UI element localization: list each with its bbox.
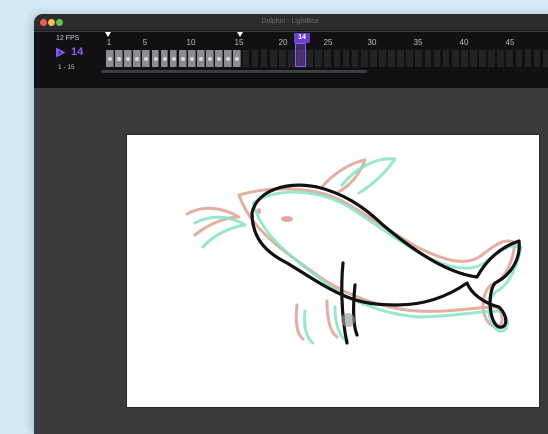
title-bar: Dolphin - LightBox: [34, 14, 548, 31]
frame-cell[interactable]: [333, 50, 342, 67]
frame-cell[interactable]: [524, 50, 533, 67]
frame-cell[interactable]: [224, 50, 233, 67]
frame-cell[interactable]: [324, 50, 333, 67]
frame-cell[interactable]: [533, 50, 542, 67]
frame-cell[interactable]: [515, 50, 524, 67]
frame-cell[interactable]: [206, 50, 214, 67]
face-marks: [257, 208, 293, 222]
window-title: Dolphin - LightBox: [261, 18, 319, 25]
frame-cell[interactable]: [442, 50, 451, 67]
frame-cell[interactable]: [133, 50, 142, 67]
timeline-scrollbar[interactable]: [101, 70, 367, 73]
frame-range-label: 1 - 15: [58, 64, 75, 71]
frame-cell[interactable]: [260, 50, 269, 67]
frame-cell[interactable]: [187, 50, 196, 67]
drawing-canvas[interactable]: [126, 134, 540, 408]
range-end-marker[interactable]: [237, 32, 243, 37]
frame-cell[interactable]: [351, 50, 360, 67]
frame-cell[interactable]: [169, 50, 178, 67]
frame-track[interactable]: 14: [106, 33, 548, 67]
frame-cell[interactable]: [178, 50, 187, 67]
frame-cell[interactable]: [124, 50, 132, 67]
frame-cell[interactable]: [151, 50, 160, 67]
frame-cell[interactable]: [242, 50, 251, 67]
ruler-tick: 30: [367, 38, 377, 47]
ruler-tick: 25: [323, 38, 333, 47]
frame-cell[interactable]: [251, 50, 260, 67]
frame-cell[interactable]: [360, 50, 369, 67]
frame-cell[interactable]: [424, 50, 433, 67]
ruler-tick: 1: [106, 38, 112, 47]
frame-cell[interactable]: [460, 50, 469, 67]
frame-cell[interactable]: [397, 50, 405, 67]
frame-cell[interactable]: [506, 50, 515, 67]
ruler-tick: 40: [459, 38, 469, 47]
current-frame-strokes: [250, 183, 521, 345]
frame-cell[interactable]: [470, 50, 478, 67]
frame-cell[interactable]: [388, 50, 396, 67]
frame-cell[interactable]: [379, 50, 387, 67]
frame-cell[interactable]: [115, 50, 123, 67]
canvas-area: [34, 88, 548, 434]
frame-cell[interactable]: [197, 50, 205, 67]
timeline-ruler[interactable]: 1 5 10 15 20 25 30 35 40 45: [105, 32, 548, 49]
fps-label[interactable]: 12 FPS: [56, 35, 79, 42]
timeline-panel: 12 FPS 14 1 - 15 1 5 10 15 20 25 30 35 4…: [34, 32, 548, 88]
playhead[interactable]: [295, 43, 306, 67]
frame-cell[interactable]: [315, 50, 324, 67]
ruler-tick: 15: [234, 38, 244, 47]
onion-skin-next: [193, 157, 523, 345]
frame-cell[interactable]: [369, 50, 378, 67]
frame-cell[interactable]: [488, 50, 496, 67]
ruler-tick: 45: [505, 38, 515, 47]
ruler-tick: 20: [278, 38, 288, 47]
playhead-badge[interactable]: 14: [294, 33, 310, 43]
frame-cell[interactable]: [269, 50, 278, 67]
play-icon[interactable]: [55, 47, 66, 58]
frame-cell[interactable]: [142, 50, 151, 67]
ruler-tick: 35: [413, 38, 423, 47]
frame-cell[interactable]: [306, 50, 314, 67]
frame-cell[interactable]: [415, 50, 424, 67]
dolphin-drawing: [185, 157, 523, 345]
ruler-tick: 5: [142, 38, 148, 47]
frame-cell[interactable]: [406, 50, 415, 67]
app-window: Dolphin - LightBox 12 FPS 14 1 - 15 1 5 …: [34, 14, 548, 434]
frame-cell[interactable]: [497, 50, 506, 67]
brush-cursor: [341, 313, 355, 327]
range-start-marker[interactable]: [105, 32, 111, 37]
frame-cell[interactable]: [542, 50, 548, 67]
frame-cell[interactable]: [215, 50, 223, 67]
frame-cell[interactable]: [451, 50, 460, 67]
frame-cell[interactable]: [106, 50, 114, 67]
frame-cell[interactable]: [233, 50, 242, 67]
ruler-tick: 10: [186, 38, 196, 47]
frame-cell[interactable]: [342, 50, 351, 67]
frame-cell[interactable]: [479, 50, 487, 67]
frame-cell[interactable]: [278, 50, 287, 67]
current-frame-number: 14: [71, 46, 84, 58]
onion-skin-previous: [185, 158, 517, 341]
frame-cell[interactable]: [433, 50, 442, 67]
frame-cell[interactable]: [160, 50, 169, 67]
